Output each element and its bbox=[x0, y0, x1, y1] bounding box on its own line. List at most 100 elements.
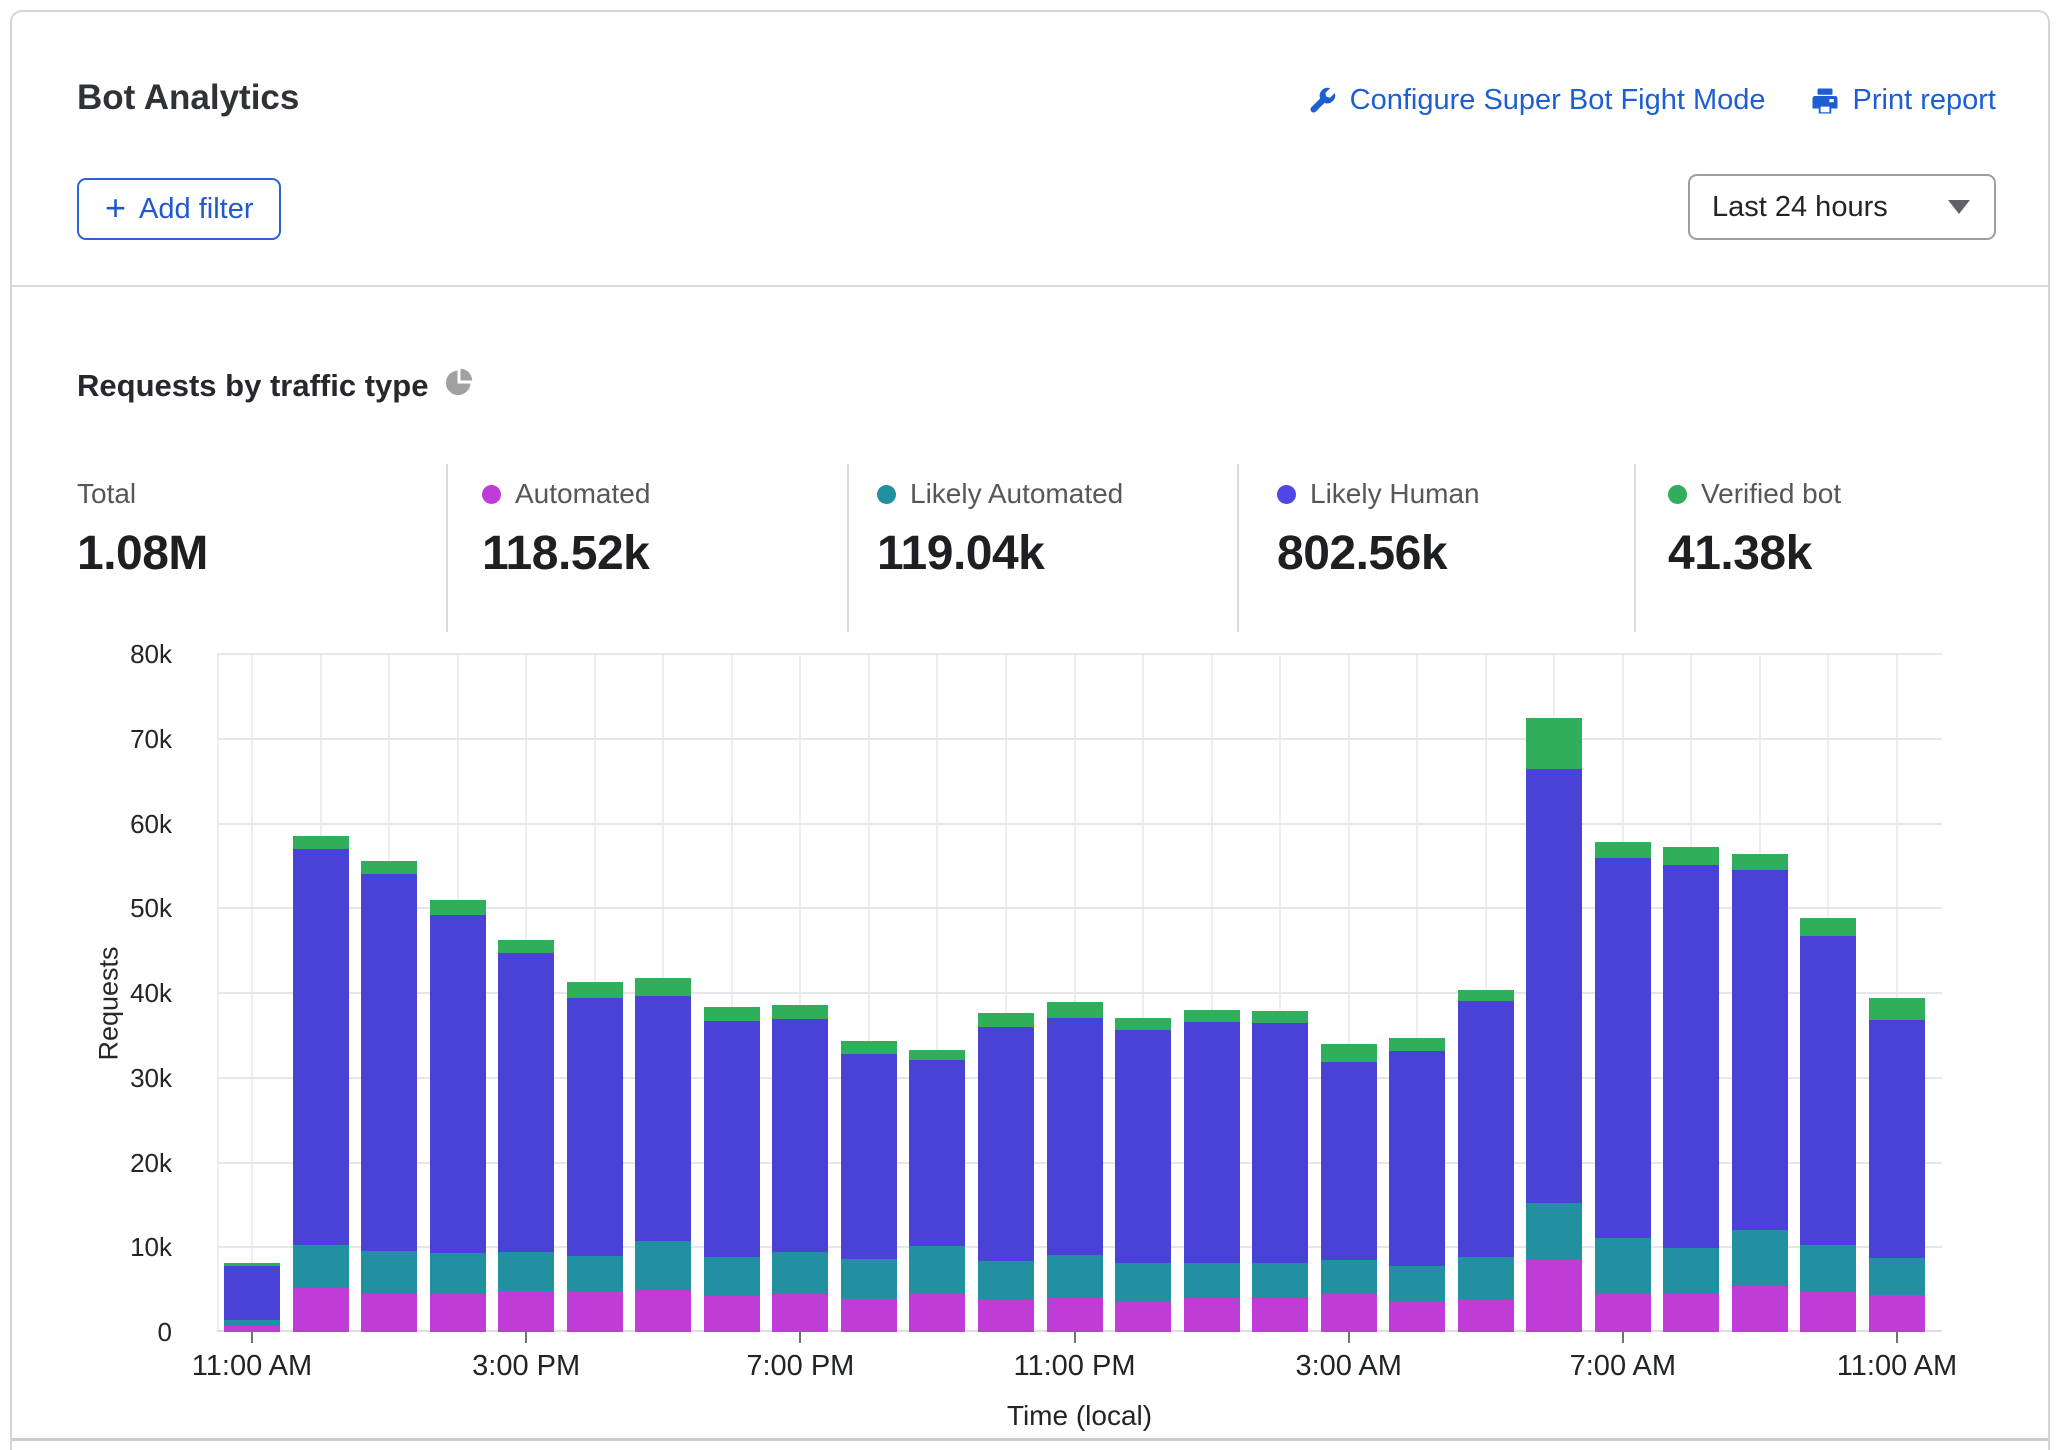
bar-segment-likely-automated[interactable] bbox=[293, 1245, 349, 1288]
bar-segment-likely-automated[interactable] bbox=[1321, 1260, 1377, 1294]
bar-segment-automated[interactable] bbox=[430, 1294, 486, 1332]
bar-segment-likely-human[interactable] bbox=[772, 1019, 828, 1252]
bar-segment-likely-human[interactable] bbox=[635, 996, 691, 1242]
bar-segment-verified-bot[interactable] bbox=[1321, 1044, 1377, 1062]
bar-segment-likely-automated[interactable] bbox=[978, 1261, 1034, 1300]
bar-segment-likely-automated[interactable] bbox=[361, 1251, 417, 1293]
bar-segment-likely-automated[interactable] bbox=[1595, 1238, 1651, 1294]
bar-segment-verified-bot[interactable] bbox=[1663, 847, 1719, 865]
bar-segment-automated[interactable] bbox=[772, 1294, 828, 1332]
bar-segment-verified-bot[interactable] bbox=[1252, 1011, 1308, 1023]
bar-segment-verified-bot[interactable] bbox=[224, 1263, 280, 1266]
bar-segment-likely-human[interactable] bbox=[1800, 936, 1856, 1244]
bar-segment-likely-human[interactable] bbox=[361, 874, 417, 1250]
bar-segment-likely-automated[interactable] bbox=[841, 1259, 897, 1299]
bar-segment-automated[interactable] bbox=[293, 1288, 349, 1332]
bar-segment-likely-human[interactable] bbox=[1115, 1030, 1171, 1263]
bar-segment-likely-automated[interactable] bbox=[1047, 1255, 1103, 1298]
bar-segment-likely-human[interactable] bbox=[498, 953, 554, 1251]
bar-segment-verified-bot[interactable] bbox=[909, 1050, 965, 1060]
bar-segment-likely-human[interactable] bbox=[1047, 1018, 1103, 1255]
bar-segment-verified-bot[interactable] bbox=[1869, 998, 1925, 1020]
bar-segment-likely-automated[interactable] bbox=[1389, 1266, 1445, 1302]
bar-segment-automated[interactable] bbox=[841, 1299, 897, 1332]
bar-segment-verified-bot[interactable] bbox=[978, 1013, 1034, 1027]
bar-segment-likely-human[interactable] bbox=[1595, 858, 1651, 1238]
bar-segment-automated[interactable] bbox=[635, 1290, 691, 1332]
bar-segment-likely-automated[interactable] bbox=[430, 1253, 486, 1294]
bar-segment-likely-human[interactable] bbox=[293, 849, 349, 1245]
bar-segment-likely-automated[interactable] bbox=[1663, 1248, 1719, 1293]
bar-segment-likely-human[interactable] bbox=[1389, 1051, 1445, 1266]
bar-segment-automated[interactable] bbox=[1663, 1293, 1719, 1332]
bar-segment-likely-automated[interactable] bbox=[1732, 1230, 1788, 1286]
bar-segment-automated[interactable] bbox=[1115, 1302, 1171, 1333]
bar-segment-likely-automated[interactable] bbox=[704, 1257, 760, 1296]
bar-segment-likely-human[interactable] bbox=[1252, 1023, 1308, 1263]
bar-segment-automated[interactable] bbox=[1800, 1292, 1856, 1332]
bar-segment-verified-bot[interactable] bbox=[1732, 854, 1788, 870]
bar-segment-likely-human[interactable] bbox=[704, 1021, 760, 1257]
bar-segment-verified-bot[interactable] bbox=[1800, 918, 1856, 937]
bar-segment-verified-bot[interactable] bbox=[1115, 1018, 1171, 1030]
bar-segment-automated[interactable] bbox=[1252, 1298, 1308, 1332]
bar-segment-automated[interactable] bbox=[1526, 1260, 1582, 1332]
bar-segment-likely-human[interactable] bbox=[1732, 870, 1788, 1230]
bar-segment-verified-bot[interactable] bbox=[567, 982, 623, 998]
bar-segment-likely-automated[interactable] bbox=[1526, 1203, 1582, 1260]
bar-segment-verified-bot[interactable] bbox=[1595, 842, 1651, 858]
bar-segment-verified-bot[interactable] bbox=[1047, 1002, 1103, 1017]
time-range-dropdown[interactable]: Last 24 hours bbox=[1688, 174, 1996, 240]
bar-segment-automated[interactable] bbox=[224, 1325, 280, 1332]
bar-segment-automated[interactable] bbox=[1321, 1294, 1377, 1332]
bar-segment-automated[interactable] bbox=[567, 1292, 623, 1332]
stat-likely-automated[interactable]: Likely Automated 119.04k bbox=[877, 478, 1123, 581]
bar-segment-likely-human[interactable] bbox=[909, 1060, 965, 1246]
bar-segment-automated[interactable] bbox=[1732, 1286, 1788, 1332]
bar-segment-likely-automated[interactable] bbox=[1800, 1245, 1856, 1292]
bar-segment-verified-bot[interactable] bbox=[1526, 718, 1582, 769]
bar-segment-likely-automated[interactable] bbox=[909, 1246, 965, 1294]
bar-segment-likely-human[interactable] bbox=[1321, 1062, 1377, 1260]
bar-segment-likely-human[interactable] bbox=[1663, 865, 1719, 1248]
stat-likely-human[interactable]: Likely Human 802.56k bbox=[1277, 478, 1480, 581]
bar-segment-likely-automated[interactable] bbox=[1869, 1258, 1925, 1294]
add-filter-button[interactable]: + Add filter bbox=[77, 178, 281, 240]
bar-segment-verified-bot[interactable] bbox=[430, 900, 486, 915]
bar-segment-automated[interactable] bbox=[978, 1300, 1034, 1332]
bar-segment-automated[interactable] bbox=[1869, 1295, 1925, 1332]
bar-segment-automated[interactable] bbox=[909, 1294, 965, 1332]
bar-segment-likely-human[interactable] bbox=[430, 915, 486, 1253]
bar-segment-verified-bot[interactable] bbox=[1458, 990, 1514, 1002]
bar-segment-automated[interactable] bbox=[704, 1296, 760, 1332]
bar-segment-automated[interactable] bbox=[1389, 1302, 1445, 1333]
bar-segment-automated[interactable] bbox=[1047, 1298, 1103, 1332]
bar-segment-likely-human[interactable] bbox=[978, 1027, 1034, 1261]
bar-segment-likely-automated[interactable] bbox=[772, 1252, 828, 1294]
bar-segment-verified-bot[interactable] bbox=[841, 1041, 897, 1054]
bar-segment-likely-automated[interactable] bbox=[498, 1252, 554, 1292]
bar-segment-likely-human[interactable] bbox=[841, 1054, 897, 1259]
bar-segment-automated[interactable] bbox=[361, 1293, 417, 1332]
bar-segment-likely-human[interactable] bbox=[224, 1266, 280, 1320]
bar-segment-likely-human[interactable] bbox=[1869, 1020, 1925, 1258]
bar-segment-likely-automated[interactable] bbox=[567, 1256, 623, 1292]
bar-segment-likely-automated[interactable] bbox=[1252, 1263, 1308, 1299]
bar-segment-automated[interactable] bbox=[1458, 1300, 1514, 1332]
stat-automated[interactable]: Automated 118.52k bbox=[482, 478, 650, 581]
stat-verified-bot[interactable]: Verified bot 41.38k bbox=[1668, 478, 1841, 581]
bar-segment-likely-automated[interactable] bbox=[224, 1320, 280, 1325]
bar-segment-likely-human[interactable] bbox=[1184, 1022, 1240, 1263]
bar-segment-verified-bot[interactable] bbox=[635, 978, 691, 996]
print-report-link[interactable]: Print report bbox=[1810, 84, 1996, 117]
bar-segment-likely-automated[interactable] bbox=[1458, 1257, 1514, 1299]
bar-segment-verified-bot[interactable] bbox=[772, 1005, 828, 1019]
bar-segment-likely-automated[interactable] bbox=[1115, 1263, 1171, 1301]
bar-segment-automated[interactable] bbox=[1184, 1298, 1240, 1332]
bar-segment-likely-human[interactable] bbox=[567, 998, 623, 1256]
bar-segment-likely-human[interactable] bbox=[1458, 1001, 1514, 1257]
configure-super-bot-fight-mode-link[interactable]: Configure Super Bot Fight Mode bbox=[1307, 84, 1766, 117]
bar-segment-likely-automated[interactable] bbox=[1184, 1263, 1240, 1299]
bar-segment-verified-bot[interactable] bbox=[1184, 1010, 1240, 1022]
bar-segment-verified-bot[interactable] bbox=[704, 1007, 760, 1021]
